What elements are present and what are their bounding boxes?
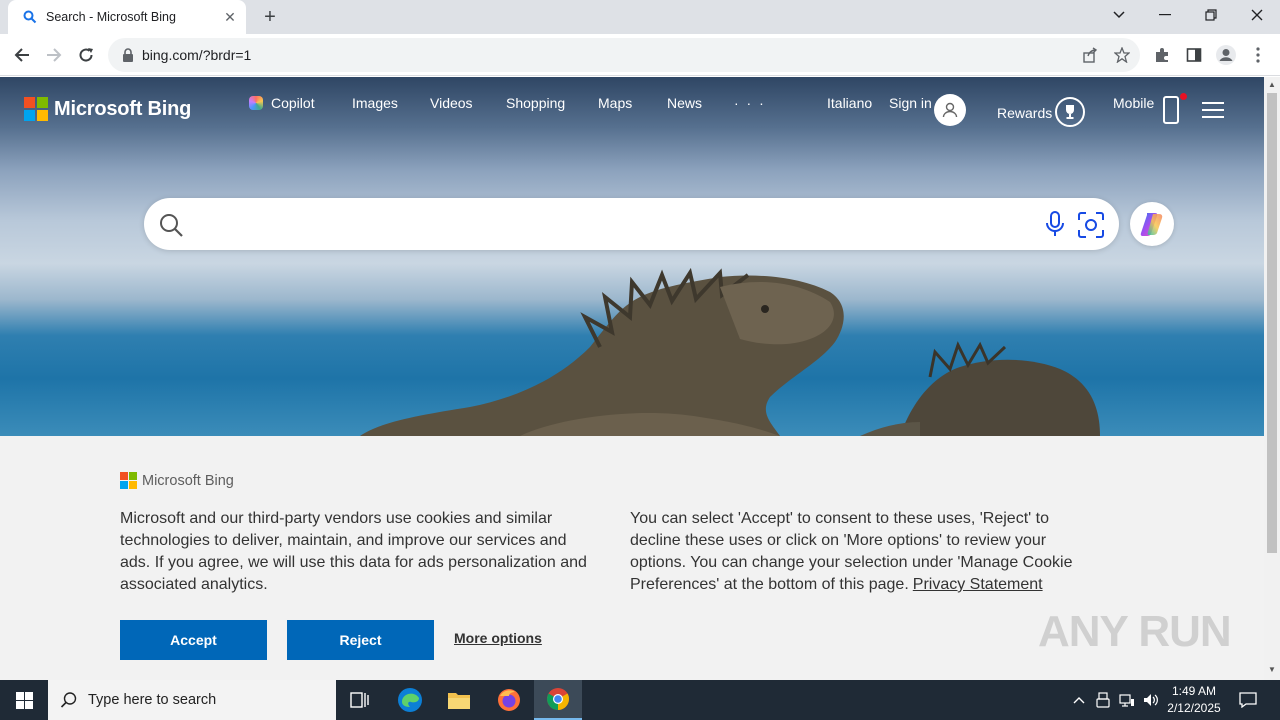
clock-time: 1:49 AM <box>1171 684 1217 698</box>
system-clock[interactable]: 1:49 AM 2/12/2025 <box>1160 683 1228 717</box>
search-box[interactable] <box>144 198 1119 250</box>
profile-avatar-icon[interactable] <box>1213 42 1239 68</box>
page-scrollbar[interactable]: ▲ ▼ <box>1264 77 1280 680</box>
nav-copilot[interactable]: Copilot <box>249 95 315 111</box>
bing-favicon-icon <box>22 9 38 25</box>
bing-logo-text: Microsoft Bing <box>54 97 192 120</box>
nav-shopping[interactable]: Shopping <box>506 95 565 111</box>
microsoft-logo-icon <box>120 472 137 489</box>
browser-tab-strip: Search - Microsoft Bing ✕ + <box>0 0 1280 34</box>
nav-more[interactable]: · · · <box>734 95 766 111</box>
bookmark-star-icon[interactable] <box>1109 42 1135 68</box>
nav-images[interactable]: Images <box>352 95 398 111</box>
new-tab-button[interactable]: + <box>258 5 282 29</box>
copilot-logo-icon <box>1140 213 1163 236</box>
file-explorer-icon[interactable] <box>435 680 483 720</box>
windows-logo-icon <box>15 691 33 709</box>
browser-tab[interactable]: Search - Microsoft Bing ✕ <box>8 0 246 34</box>
nav-news[interactable]: News <box>667 95 702 111</box>
more-options-link[interactable]: More options <box>454 630 542 646</box>
scrollbar-thumb[interactable] <box>1267 93 1277 553</box>
bing-logo[interactable]: Microsoft Bing <box>24 97 191 121</box>
back-arrow-icon[interactable] <box>8 41 36 69</box>
sign-in-link[interactable]: Sign in <box>889 95 932 111</box>
windows-taskbar: Type here to search 1:49 AM 2/12/2025 <box>0 680 1280 720</box>
usb-device-icon[interactable] <box>1092 680 1114 720</box>
rewards-trophy-icon[interactable] <box>1055 97 1085 127</box>
forward-arrow-icon[interactable] <box>40 41 68 69</box>
restore-window-icon[interactable] <box>1188 0 1234 30</box>
extensions-puzzle-icon[interactable] <box>1149 42 1175 68</box>
microphone-icon[interactable] <box>1044 211 1066 237</box>
iguana-image <box>360 267 1100 436</box>
chrome-taskbar-icon[interactable] <box>534 680 582 720</box>
microsoft-logo-icon <box>24 97 48 121</box>
cookie-description-right: You can select 'Accept' to consent to th… <box>630 508 1080 596</box>
show-hidden-icons-chevron-icon[interactable] <box>1068 680 1090 720</box>
url-text: bing.com/?brdr=1 <box>142 47 252 63</box>
clock-date: 2/12/2025 <box>1167 701 1221 715</box>
cookie-bing-logo: Microsoft Bing <box>120 472 234 489</box>
tab-search-chevron-icon[interactable] <box>1096 0 1142 30</box>
volume-icon[interactable] <box>1140 680 1162 720</box>
mobile-link[interactable]: Mobile <box>1113 95 1154 111</box>
hamburger-menu-icon[interactable] <box>1202 102 1224 118</box>
edge-taskbar-icon[interactable] <box>386 680 434 720</box>
network-icon[interactable] <box>1116 680 1138 720</box>
reject-button[interactable]: Reject <box>287 620 434 660</box>
mobile-phone-icon[interactable] <box>1163 96 1179 124</box>
taskbar-search-box[interactable]: Type here to search <box>48 680 336 720</box>
address-bar[interactable]: bing.com/?brdr=1 <box>108 38 1140 72</box>
close-tab-icon[interactable]: ✕ <box>220 7 240 27</box>
rewards-link[interactable]: Rewards <box>997 105 1052 121</box>
chrome-menu-icon[interactable] <box>1245 42 1271 68</box>
scroll-up-arrow-icon[interactable]: ▲ <box>1268 80 1276 89</box>
nav-copilot-label: Copilot <box>271 95 315 111</box>
search-icon <box>160 214 183 237</box>
language-link[interactable]: Italiano <box>827 95 872 111</box>
privacy-statement-link[interactable]: Privacy Statement <box>913 576 1043 593</box>
lock-icon[interactable] <box>122 48 134 62</box>
user-avatar-icon[interactable] <box>934 94 966 126</box>
copilot-button[interactable] <box>1130 202 1174 246</box>
nav-maps[interactable]: Maps <box>598 95 632 111</box>
nav-videos[interactable]: Videos <box>430 95 473 111</box>
taskbar-search-icon <box>60 692 77 708</box>
cookie-description-left: Microsoft and our third-party vendors us… <box>120 510 587 593</box>
windows-start-button[interactable] <box>0 680 48 720</box>
copilot-icon <box>249 96 263 110</box>
scroll-down-arrow-icon[interactable]: ▼ <box>1268 665 1276 674</box>
minimize-window-icon[interactable] <box>1142 0 1188 30</box>
bing-page: Microsoft Bing Copilot Images Videos Sho… <box>0 77 1264 680</box>
cookie-logo-text: Microsoft Bing <box>142 472 234 489</box>
tab-title: Search - Microsoft Bing <box>46 10 176 24</box>
browser-toolbar: bing.com/?brdr=1 <box>0 34 1280 76</box>
close-window-icon[interactable] <box>1234 0 1280 30</box>
side-panel-icon[interactable] <box>1181 42 1207 68</box>
firefox-icon[interactable] <box>485 680 533 720</box>
reload-icon[interactable] <box>72 41 100 69</box>
visual-search-icon[interactable] <box>1077 211 1105 239</box>
share-icon[interactable] <box>1077 42 1103 68</box>
task-view-icon[interactable] <box>336 680 384 720</box>
anyrun-watermark: ANY RUN <box>1038 607 1232 656</box>
notification-dot <box>1180 93 1187 100</box>
taskbar-search-placeholder: Type here to search <box>88 692 217 708</box>
accept-button[interactable]: Accept <box>120 620 267 660</box>
notifications-icon[interactable] <box>1232 680 1264 720</box>
